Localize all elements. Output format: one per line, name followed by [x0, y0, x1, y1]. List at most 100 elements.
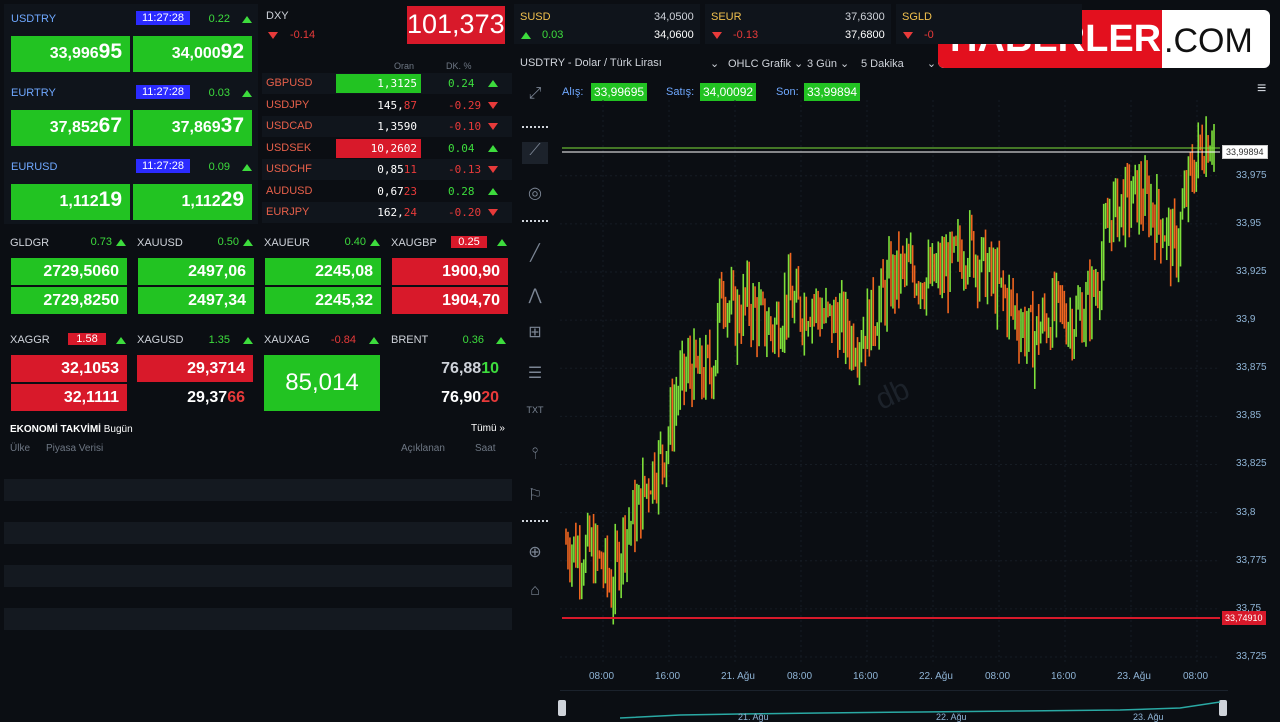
fx-change: -0.20 [448, 206, 482, 219]
up-arrow-icon [497, 239, 507, 246]
navigator-line [620, 701, 1220, 719]
ask-main: 76,90 [441, 389, 482, 406]
metal-symbol[interactable]: XAUEUR [264, 237, 310, 249]
crosshair-box-icon[interactable]: ⊞ [522, 322, 548, 344]
interval-select[interactable]: 5 Dakika ⌄ [861, 57, 936, 70]
major-ask-box[interactable]: 1,11229 [133, 184, 252, 220]
brent-bid-box[interactable]: 76,8810 [391, 355, 507, 382]
dxy-label: DXY [266, 10, 289, 22]
fx-rate-tail: 11 [403, 163, 417, 176]
y-tick-label: 33,95 [1236, 217, 1262, 229]
y-tick-label: 33,9 [1236, 314, 1256, 326]
metal-bid-box[interactable]: 2245,08 [265, 258, 381, 285]
metal-symbol[interactable]: XAUUSD [137, 237, 183, 249]
up-arrow-icon [370, 239, 380, 246]
down-arrow-icon [712, 32, 722, 39]
navigator-date-2: 22. Ağu [936, 712, 967, 722]
fx-rate-main: 1,3590 [377, 120, 417, 133]
metal-ask-box[interactable]: 2245,32 [265, 287, 381, 314]
major-ask-box[interactable]: 34,00092 [133, 36, 252, 72]
dxy-value-box[interactable]: 101,373 [407, 6, 505, 44]
fx-row[interactable]: AUDUSD 0,6723 0.28 [262, 180, 512, 202]
dxy-down-arrow-icon [268, 32, 278, 39]
fx-rate-main: 0,67 [377, 184, 404, 198]
xagusd-bid-box[interactable]: 29,3714 [137, 355, 253, 382]
ask-tail: 20 [481, 389, 499, 406]
topbar-symbol[interactable]: SEUR [711, 11, 742, 23]
metal-ask-box[interactable]: 2497,34 [138, 287, 254, 314]
metal-change: 0.40 [344, 236, 366, 248]
major-bid-box[interactable]: 37,85267 [11, 110, 130, 146]
topbar-symbol[interactable]: SGLD [902, 11, 932, 23]
instrument-select[interactable]: USDTRY - Dolar / Türk Lirası ⌄ [520, 57, 720, 70]
down-arrow-icon [488, 101, 498, 109]
chart-type-select[interactable]: OHLC Grafik ⌄ [728, 57, 803, 70]
xagusd-ask-box[interactable]: 29,3766 [137, 384, 253, 411]
xaggr-bid-box[interactable]: 32,1053 [11, 355, 127, 382]
metal-symbol[interactable]: XAGGR [10, 334, 50, 346]
xauxag-value-box[interactable]: 85,014 [264, 355, 380, 411]
navigator-right-handle[interactable] [1219, 700, 1227, 716]
folder-icon[interactable]: ⌂ [522, 582, 548, 604]
major-bid-box[interactable]: 33,99695 [11, 36, 130, 72]
fx-symbol: USDCAD [266, 120, 313, 132]
x-tick-label: 21. Ağu [721, 671, 755, 682]
eye-hidden-icon[interactable]: ◎ [522, 183, 548, 205]
metal-change: 0.50 [217, 236, 239, 248]
fx-row[interactable]: USDJPY 145,87 -0.29 [262, 94, 512, 116]
line-tool-icon[interactable]: ╱ [522, 243, 548, 265]
topbar-symbol[interactable]: SUSD [520, 11, 551, 23]
metal-symbol[interactable]: BRENT [391, 334, 428, 346]
fx-row[interactable]: GBPUSD 1,3125 0.24 [262, 73, 512, 94]
fx-row[interactable]: USDCHF 0,8511 -0.13 [262, 159, 512, 180]
trend-tool-icon[interactable]: ⟋ [522, 142, 548, 164]
major-symbol[interactable]: USDTRY [11, 13, 56, 25]
metal-bid-box[interactable]: 2497,06 [138, 258, 254, 285]
fx-rate: 10,2602 [336, 138, 421, 158]
text-tool-icon[interactable]: TXT [522, 405, 548, 427]
x-tick-label: 16:00 [853, 671, 879, 682]
major-change: 0.22 [208, 13, 230, 25]
metal-ask-box[interactable]: 2729,8250 [11, 287, 127, 314]
brent-ask-box[interactable]: 76,9020 [391, 384, 507, 411]
metal-symbol[interactable]: XAUGBP [391, 237, 437, 249]
major-symbol[interactable]: EURUSD [11, 161, 57, 173]
toolbar-separator [522, 220, 548, 222]
up-arrow-icon [242, 90, 252, 97]
fullscreen-icon[interactable]: ⤢ [522, 85, 548, 107]
major-ask-box[interactable]: 37,86937 [133, 110, 252, 146]
fx-row[interactable]: EURJPY 162,24 -0.20 [262, 202, 512, 223]
metal-symbol[interactable]: GLDGR [10, 237, 49, 249]
major-time: 11:27:28 [136, 85, 191, 99]
calendar-all-link[interactable]: Tümü » [471, 423, 505, 434]
ask-big: 92 [220, 40, 244, 63]
metal-bid-box[interactable]: 1900,90 [392, 258, 508, 285]
fx-row[interactable]: USDSEK 10,2602 0.04 [262, 137, 512, 159]
major-bid-box[interactable]: 1,11219 [11, 184, 130, 220]
metal-symbol[interactable]: XAUXAG [264, 334, 310, 346]
fx-row[interactable]: USDCAD 1,3590 -0.10 [262, 116, 512, 137]
fx-header-change: DK. % [446, 61, 472, 71]
polyline-tool-icon[interactable]: ⋀ [522, 285, 548, 307]
major-change: 0.03 [208, 87, 230, 99]
x-tick-label: 08:00 [985, 671, 1011, 682]
metal-ask-box[interactable]: 1904,70 [392, 287, 508, 314]
xaggr-ask-box[interactable]: 32,1111 [11, 384, 127, 411]
y-tick-label: 33,775 [1236, 554, 1267, 566]
zoom-icon[interactable]: ⊕ [522, 542, 548, 564]
metal-bid-box[interactable]: 2729,5060 [11, 258, 127, 285]
measure-tool-icon[interactable]: ⫯ [522, 445, 548, 467]
navigator-left-handle[interactable] [558, 700, 566, 716]
fx-rate-main: 162, [377, 206, 404, 219]
flag-tool-icon[interactable]: ⚐ [522, 485, 548, 507]
ask-main: 1,112 [181, 193, 221, 210]
hamburger-menu-icon[interactable]: ≡ [1257, 80, 1266, 98]
y-tick-label: 33,825 [1236, 458, 1267, 470]
fib-levels-icon[interactable]: ☰ [522, 363, 548, 385]
major-symbol[interactable]: EURTRY [11, 87, 56, 99]
metal-symbol[interactable]: XAGUSD [137, 334, 183, 346]
range-select[interactable]: 3 Gün ⌄ [807, 57, 849, 70]
logo-suffix: .COM [1164, 22, 1253, 60]
dxy-change: -0.14 [290, 29, 316, 41]
fx-rate: 1,3590 [336, 117, 421, 136]
